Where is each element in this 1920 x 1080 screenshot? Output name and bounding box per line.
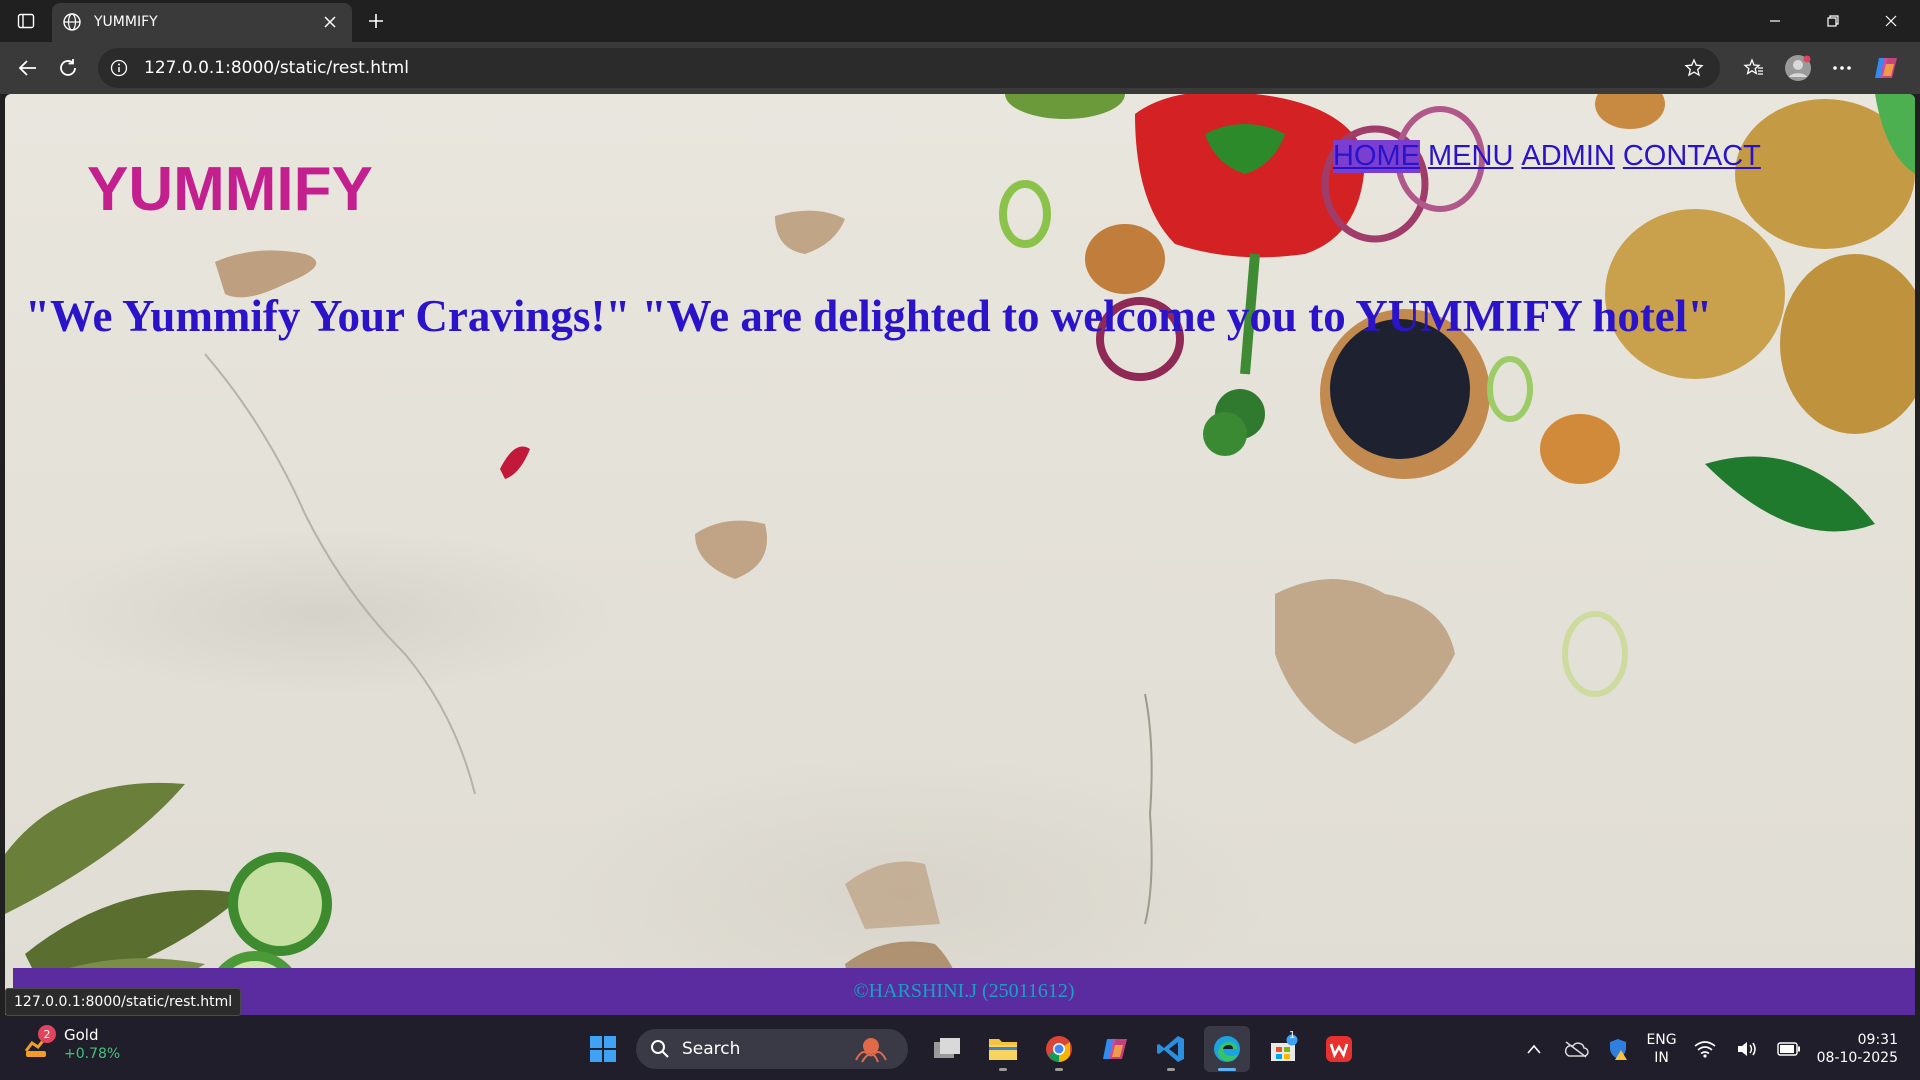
task-view-button[interactable]: [924, 1026, 970, 1072]
task-view-icon: [934, 1038, 960, 1058]
favorites-icon: [1743, 58, 1763, 75]
tab-title: YUMMIFY: [94, 14, 158, 30]
clock-time: 09:31: [1857, 1032, 1898, 1048]
tab-strip: YUMMIFY: [0, 0, 1920, 42]
battery-icon[interactable]: [1775, 1035, 1803, 1063]
market-icon: 2: [22, 1025, 56, 1061]
site-info-icon[interactable]: [110, 57, 132, 79]
file-explorer-button[interactable]: [980, 1026, 1026, 1072]
site-logo[interactable]: YUMMIFY: [87, 154, 373, 225]
security-shield-icon[interactable]: [1604, 1035, 1632, 1063]
running-indicator: [1167, 1068, 1175, 1071]
tab-actions-button[interactable]: [0, 0, 52, 42]
avatar-icon: [1785, 55, 1811, 81]
taskbar-apps: Search 1: [580, 1026, 1362, 1072]
footer-copyright: ©HARSHINI.J (25011612): [853, 980, 1075, 1002]
system-tray: ENG IN 09:31 08-10-2025: [1520, 1026, 1898, 1072]
wps-office-button[interactable]: [1316, 1026, 1362, 1072]
browser-tab[interactable]: YUMMIFY: [52, 2, 352, 42]
vscode-button[interactable]: [1148, 1026, 1194, 1072]
favorite-star-icon[interactable]: [1680, 54, 1708, 82]
nav-link-home[interactable]: HOME: [1333, 140, 1420, 173]
search-highlight-icon: [855, 1038, 887, 1063]
clock[interactable]: 09:31 08-10-2025: [1817, 1031, 1898, 1067]
folder-icon: [989, 1039, 1017, 1060]
nav-link-menu[interactable]: MENU: [1428, 140, 1513, 173]
chrome-icon: [1046, 1036, 1072, 1062]
minimize-icon: [1770, 20, 1780, 22]
taskbar-search[interactable]: Search: [636, 1029, 908, 1069]
ellipsis-icon: [1833, 66, 1851, 70]
store-badge: 1: [1289, 1030, 1296, 1041]
widget-change: +0.78%: [64, 1046, 121, 1062]
minimize-button[interactable]: [1746, 0, 1804, 42]
store-button[interactable]: 1: [1260, 1026, 1306, 1072]
copilot-icon: [1103, 1039, 1127, 1059]
language-code: ENG: [1646, 1032, 1677, 1048]
clock-date: 08-10-2025: [1816, 1050, 1898, 1066]
chrome-button[interactable]: [1036, 1026, 1082, 1072]
more-button[interactable]: [1820, 48, 1864, 88]
browser-toolbar: 127.0.0.1:8000/static/rest.html: [0, 42, 1920, 94]
nav-link-contact[interactable]: CONTACT: [1623, 140, 1761, 173]
widget-title: Gold: [64, 1026, 99, 1044]
show-hidden-icons-button[interactable]: [1520, 1035, 1548, 1063]
running-indicator: [1218, 1068, 1236, 1071]
vscode-icon: [1157, 1036, 1184, 1062]
chevron-up-icon: [1527, 1044, 1542, 1054]
address-bar[interactable]: 127.0.0.1:8000/static/rest.html: [98, 48, 1720, 88]
back-button[interactable]: [8, 48, 48, 88]
wifi-icon[interactable]: [1691, 1035, 1719, 1063]
taskbar: 2 Gold +0.78% Search 1 ENG IN 09:31 08-1…: [0, 1018, 1920, 1080]
windows-logo-icon: [590, 1036, 616, 1062]
globe-icon: [62, 11, 84, 33]
search-icon: [651, 1040, 669, 1058]
arrow-left-icon: [18, 60, 36, 76]
weather-market-widget[interactable]: 2 Gold +0.78%: [22, 1025, 121, 1064]
profile-button[interactable]: [1776, 48, 1820, 88]
plus-icon: [369, 14, 383, 28]
welcome-tagline: "We Yummify Your Cravings!" "We are deli…: [25, 291, 1713, 341]
edge-icon: [1214, 1036, 1240, 1062]
favorites-button[interactable]: [1732, 48, 1776, 88]
running-indicator: [999, 1068, 1007, 1071]
close-window-button[interactable]: [1862, 0, 1920, 42]
new-tab-button[interactable]: [356, 1, 396, 41]
copilot-app-button[interactable]: [1092, 1026, 1138, 1072]
copilot-button[interactable]: [1864, 48, 1908, 88]
edge-button[interactable]: [1204, 1026, 1250, 1072]
widget-badge: 2: [38, 1025, 56, 1043]
start-button[interactable]: [580, 1026, 626, 1072]
vegetables-background-image: [5, 94, 1915, 1015]
link-status-tooltip: 127.0.0.1:8000/static/rest.html: [5, 988, 242, 1016]
region-code: IN: [1654, 1050, 1669, 1066]
page-viewport: YUMMIFY HOME MENU ADMIN CONTACT "We Yumm…: [5, 94, 1915, 1015]
running-indicator: [1055, 1068, 1063, 1071]
page-footer: ©HARSHINI.J (25011612): [13, 968, 1915, 1015]
onedrive-icon[interactable]: [1562, 1035, 1590, 1063]
search-placeholder: Search: [682, 1039, 741, 1059]
main-nav: HOME MENU ADMIN CONTACT: [1333, 140, 1761, 173]
close-icon: [1885, 15, 1897, 27]
language-indicator[interactable]: ENG IN: [1646, 1031, 1676, 1067]
wps-office-icon: [1326, 1036, 1352, 1062]
restore-button[interactable]: [1804, 0, 1862, 42]
tab-actions-icon: [17, 13, 35, 29]
volume-icon[interactable]: [1733, 1035, 1761, 1063]
restore-icon: [1827, 15, 1839, 27]
nav-link-admin[interactable]: ADMIN: [1521, 140, 1614, 173]
window-controls: [1746, 0, 1920, 42]
close-tab-icon[interactable]: [318, 10, 342, 34]
refresh-button[interactable]: [48, 48, 88, 88]
refresh-icon: [60, 59, 76, 76]
copilot-icon: [1875, 58, 1897, 78]
url-text[interactable]: 127.0.0.1:8000/static/rest.html: [144, 58, 1680, 78]
